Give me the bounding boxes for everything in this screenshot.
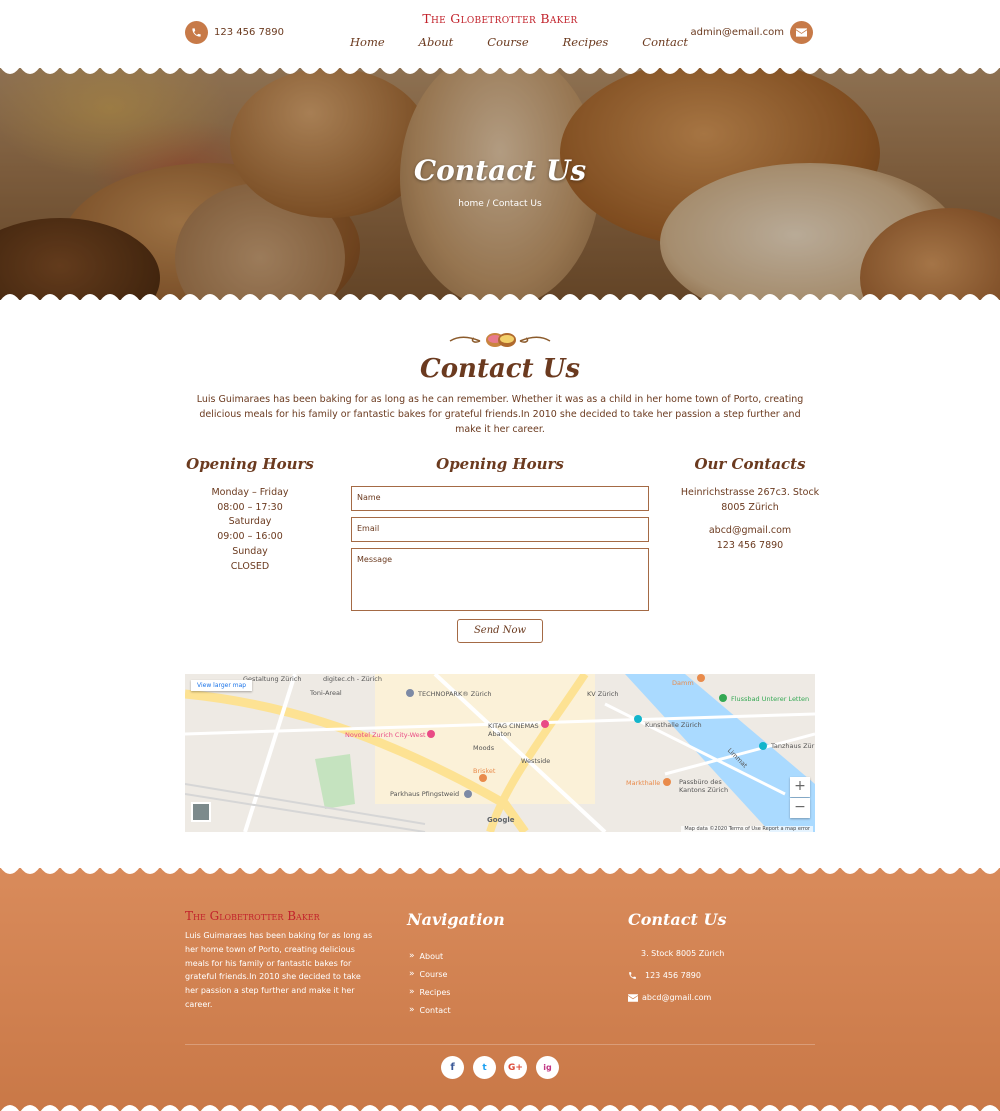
footer-wave-bottom: [0, 1105, 1000, 1111]
chevron-right-icon: »: [409, 1005, 415, 1015]
header-phone-number: 123 456 7890: [214, 27, 284, 38]
contact-address-line: Heinrichstrasse 267c3. Stock: [680, 487, 820, 498]
hero-title: Contact Us: [413, 154, 587, 187]
footer-nav-label: Course: [419, 969, 448, 979]
map-label: digitec.ch - Zürich: [323, 675, 382, 683]
google-plus-icon[interactable]: G+: [504, 1056, 527, 1079]
site-footer: [0, 867, 1000, 1111]
header-email[interactable]: admin@email.com: [691, 21, 813, 44]
footer-nav-heading: Navigation: [407, 910, 505, 929]
contact-section-title: Contact Us: [420, 354, 580, 384]
nav-recipes[interactable]: Recipes: [563, 35, 609, 49]
zoom-in-button[interactable]: +: [790, 777, 810, 797]
site-header: 123 456 7890 The Globetrotter Baker Home…: [0, 0, 1000, 68]
facebook-icon[interactable]: f: [441, 1056, 464, 1079]
google-logo: Google: [487, 816, 515, 824]
footer-address: 3. Stock 8005 Zürich: [641, 949, 725, 958]
our-contacts-heading: Our Contacts: [694, 455, 806, 473]
footer-wave-top: [0, 867, 1000, 874]
footer-phone[interactable]: 123 456 7890: [628, 971, 701, 980]
form-heading: Opening Hours: [436, 455, 564, 473]
site-logo[interactable]: The Globetrotter Baker: [0, 11, 1000, 26]
contact-intro-text: Luis Guimaraes has been baking for as lo…: [196, 394, 804, 435]
email-input[interactable]: Email: [351, 517, 649, 542]
map-label: TECHNOPARK® Zürich: [418, 690, 492, 698]
hero-banner: Contact Us home / Contact Us: [0, 68, 1000, 300]
satellite-toggle[interactable]: [191, 802, 211, 822]
footer-nav-label: Recipes: [419, 987, 451, 997]
chevron-right-icon: »: [409, 987, 415, 997]
header-email-address: admin@email.com: [690, 27, 784, 38]
contact-email[interactable]: abcd@gmail.com: [675, 524, 825, 539]
map-label: Passbüro des Kantons Zürich: [679, 778, 729, 794]
nav-home[interactable]: Home: [350, 35, 385, 49]
hours-line: Sunday: [232, 545, 268, 557]
embedded-map[interactable]: Gestaltung Zürich digitec.ch - Zürich To…: [185, 674, 815, 832]
footer-email[interactable]: abcd@gmail.com: [628, 993, 711, 1002]
envelope-icon: [628, 993, 638, 1002]
phone-icon: [629, 972, 636, 979]
footer-nav-about[interactable]: » About: [409, 951, 443, 961]
map-canvas[interactable]: [185, 674, 815, 832]
opening-hours-heading: Opening Hours: [186, 455, 314, 473]
footer-contact-heading: Contact Us: [628, 910, 727, 929]
map-label: Toni-Areal: [310, 689, 342, 697]
message-textarea[interactable]: Message: [351, 548, 649, 611]
hours-line: Monday – Friday: [211, 487, 289, 498]
footer-nav-recipes[interactable]: » Recipes: [409, 987, 450, 997]
wave-divider-bottom: [0, 294, 1000, 300]
nav-contact[interactable]: Contact: [642, 35, 688, 49]
chevron-right-icon: »: [409, 951, 415, 961]
hours-line: Saturday: [228, 516, 272, 528]
map-label: KITAG CINEMAS Abaton: [488, 722, 539, 738]
map-label: Novotel Zurich City-West: [345, 731, 426, 739]
map-label: KV Zürich: [587, 690, 619, 698]
footer-nav-contact[interactable]: » Contact: [409, 1005, 451, 1015]
footer-divider: [185, 1044, 815, 1045]
main-nav: Home About Course Recipes Contact: [350, 35, 722, 49]
map-label: Brisket: [473, 767, 496, 775]
nav-about[interactable]: About: [419, 35, 454, 49]
map-label: Westside: [521, 757, 551, 765]
hours-line: CLOSED: [230, 560, 270, 572]
map-label: Markthalle: [626, 779, 661, 787]
our-contacts-block: Heinrichstrasse 267c3. Stock 8005 Zürich…: [675, 486, 825, 554]
breadcrumb[interactable]: home / Contact Us: [0, 199, 1000, 209]
zoom-out-button[interactable]: −: [790, 798, 810, 818]
footer-about-text: Luis Guimaraes has been baking for as lo…: [185, 931, 373, 1009]
footer-email-address: abcd@gmail.com: [642, 993, 712, 1002]
donut-ornament-icon: [449, 333, 551, 347]
nav-course[interactable]: Course: [487, 35, 528, 49]
map-label: Damm: [672, 679, 694, 687]
footer-logo[interactable]: The Globetrotter Baker: [185, 909, 320, 923]
footer-nav-label: About: [419, 951, 444, 961]
map-label: Tanzhaus Zür: [771, 742, 815, 750]
map-label: Parkhaus Pfingstweid: [390, 790, 460, 798]
opening-hours-list: Monday – Friday 08:00 – 17:30 Saturday 0…: [175, 486, 325, 574]
map-attribution[interactable]: Map data ©2020 Terms of Use Report a map…: [681, 826, 813, 832]
envelope-icon: [790, 21, 813, 44]
footer-phone-number: 123 456 7890: [645, 971, 701, 980]
contact-address-line: 8005 Zürich: [721, 501, 779, 513]
twitter-icon[interactable]: t: [473, 1056, 496, 1079]
wave-divider-top: [0, 68, 1000, 74]
chevron-right-icon: »: [409, 969, 415, 979]
name-input[interactable]: Name: [351, 486, 649, 511]
view-larger-map-link[interactable]: View larger map: [191, 680, 253, 691]
footer-nav-label: Contact: [419, 1005, 451, 1015]
map-label: Flussbad Unterer Letten: [731, 695, 810, 703]
instagram-icon[interactable]: ig: [536, 1056, 559, 1079]
hours-line: 08:00 – 17:30: [217, 501, 283, 513]
contact-phone[interactable]: 123 456 7890: [675, 539, 825, 554]
hours-line: 09:00 – 16:00: [217, 531, 283, 543]
map-label: Moods: [473, 744, 495, 752]
map-label: Kunsthalle Zürich: [645, 721, 702, 729]
footer-nav-course[interactable]: » Course: [409, 969, 447, 979]
send-now-button[interactable]: Send Now: [457, 619, 543, 643]
